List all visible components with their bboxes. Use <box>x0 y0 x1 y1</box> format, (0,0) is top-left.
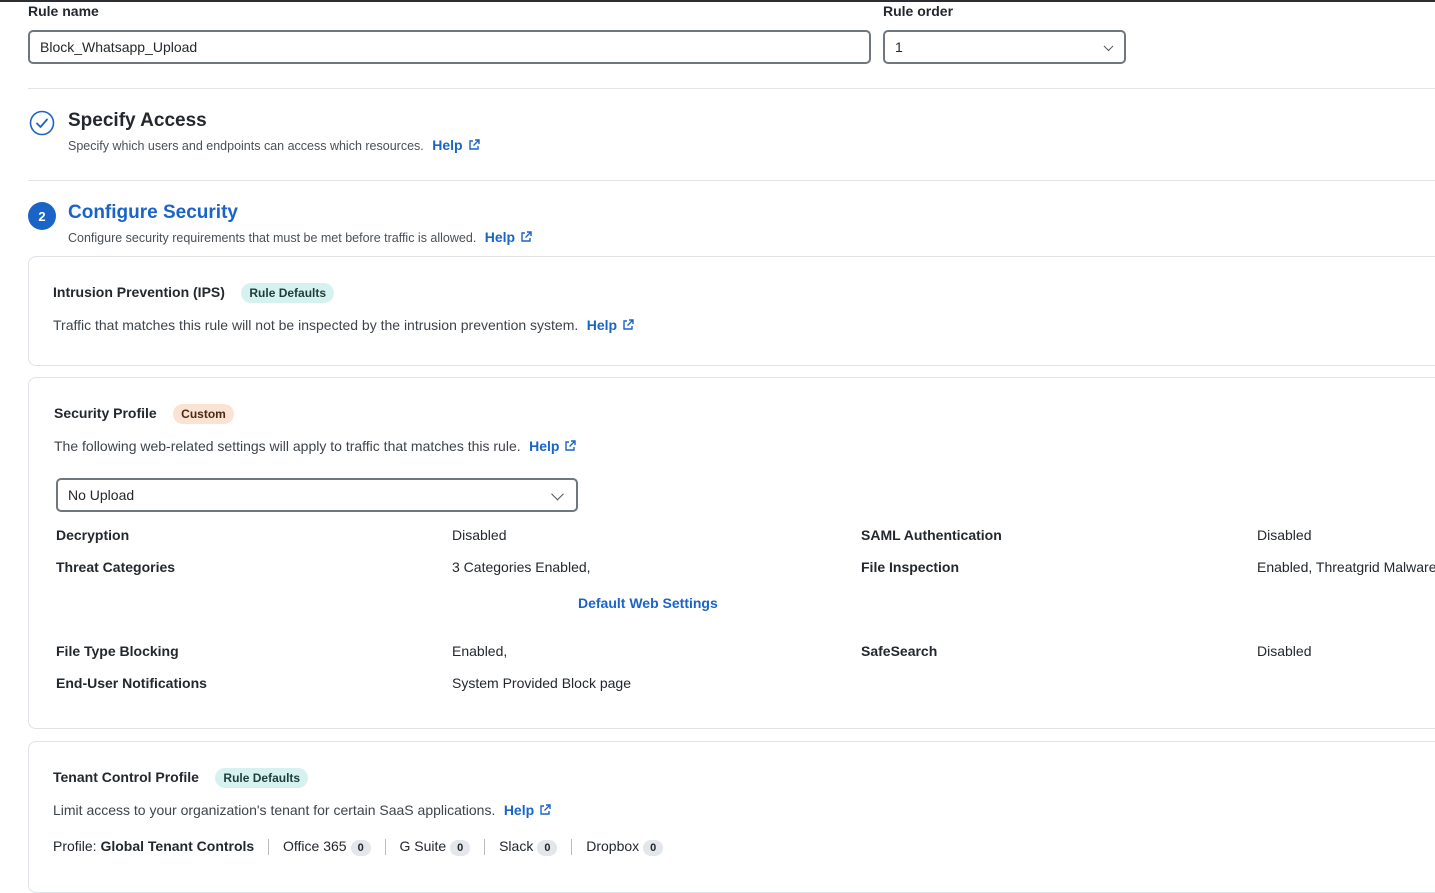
file-inspection-value: Enabled, Threatgrid Malware <box>1257 559 1435 575</box>
step2-number-badge: 2 <box>28 202 56 230</box>
step2-description-row: Configure security requirements that mus… <box>68 229 532 247</box>
security-profile-description-row: The following web-related settings will … <box>54 438 577 456</box>
tenant-profile-name: Global Tenant Controls <box>100 838 255 854</box>
separator <box>571 839 573 856</box>
external-link-icon <box>540 804 551 815</box>
tenant-title: Tenant Control Profile <box>53 769 199 786</box>
tenant-app-count: 0 <box>643 840 664 856</box>
ips-badge: Rule Defaults <box>241 283 335 303</box>
tenant-app-count: 0 <box>537 840 558 856</box>
security-profile-selected: No Upload <box>68 487 135 503</box>
ips-help-link[interactable]: Help <box>587 317 634 333</box>
rule-name-label: Rule name <box>28 3 99 19</box>
ips-description: Traffic that matches this rule will not … <box>53 317 579 333</box>
tenant-app-count: 0 <box>350 840 371 856</box>
end-user-notifications-label: End-User Notifications <box>56 675 207 691</box>
step2-description: Configure security requirements that mus… <box>68 231 477 245</box>
saml-value: Disabled <box>1257 527 1312 543</box>
tenant-app-office365: Office 365 0 <box>283 838 371 856</box>
divider <box>28 180 1435 181</box>
decryption-value: Disabled <box>452 527 507 543</box>
tenant-help-link[interactable]: Help <box>504 802 551 818</box>
tenant-app-count: 0 <box>450 840 471 856</box>
ips-title: Intrusion Prevention (IPS) <box>53 284 225 301</box>
step2-help-link[interactable]: Help <box>485 229 532 245</box>
step1-help-link[interactable]: Help <box>432 137 480 153</box>
chevron-down-icon <box>1103 41 1114 52</box>
tenant-header: Tenant Control Profile Rule Defaults <box>53 768 309 788</box>
tenant-description-row: Limit access to your organization's tena… <box>53 802 551 820</box>
security-profile-help-link[interactable]: Help <box>529 438 577 454</box>
external-link-icon <box>521 231 532 242</box>
tenant-app-gsuite: G Suite 0 <box>399 838 471 856</box>
safesearch-label: SafeSearch <box>861 643 938 659</box>
rule-order-value: 1 <box>895 39 903 55</box>
step1-title: Specify Access <box>68 110 207 131</box>
check-circle-icon <box>29 110 55 136</box>
tenant-profile-prefix: Profile: <box>53 838 97 854</box>
file-type-blocking-label: File Type Blocking <box>56 643 179 659</box>
threat-categories-label: Threat Categories <box>56 559 176 575</box>
default-web-settings-link[interactable]: Default Web Settings <box>578 595 718 611</box>
step2-title: Configure Security <box>68 202 238 223</box>
rule-order-select[interactable]: 1 <box>883 30 1126 64</box>
tenant-badge: Rule Defaults <box>215 768 309 788</box>
end-user-notifications-value: System Provided Block page <box>452 675 631 691</box>
security-profile-description: The following web-related settings will … <box>54 438 521 454</box>
file-inspection-label: File Inspection <box>861 559 960 575</box>
security-profile-card: Security Profile Custom The following we… <box>28 377 1435 729</box>
decryption-label: Decryption <box>56 527 130 543</box>
rule-name-value: Block_Whatsapp_Upload <box>40 39 198 55</box>
rule-order-label: Rule order <box>883 3 954 19</box>
tenant-app-dropbox: Dropbox 0 <box>586 838 664 856</box>
safesearch-value: Disabled <box>1257 643 1312 659</box>
ips-description-row: Traffic that matches this rule will not … <box>53 317 634 335</box>
external-link-icon <box>565 440 577 451</box>
threat-categories-value: 3 Categories Enabled, <box>452 559 591 575</box>
file-type-blocking-value: Enabled, <box>452 643 508 659</box>
ips-card: Intrusion Prevention (IPS) Rule Defaults… <box>28 256 1435 366</box>
external-link-icon <box>623 319 634 330</box>
step1-description: Specify which users and endpoints can ac… <box>68 139 424 153</box>
separator <box>484 839 486 856</box>
ips-header: Intrusion Prevention (IPS) Rule Defaults <box>53 283 335 303</box>
rule-name-input[interactable]: Block_Whatsapp_Upload <box>28 30 871 64</box>
tenant-profile-row: Profile: Global Tenant Controls Office 3… <box>53 838 664 856</box>
tenant-control-card: Tenant Control Profile Rule Defaults Lim… <box>28 741 1435 893</box>
tenant-description: Limit access to your organization's tena… <box>53 802 496 818</box>
security-profile-title: Security Profile <box>54 405 157 422</box>
security-profile-badge: Custom <box>173 404 234 424</box>
saml-label: SAML Authentication <box>861 527 1002 543</box>
security-profile-select[interactable]: No Upload <box>56 478 578 512</box>
external-link-icon <box>468 139 480 150</box>
step1-description-row: Specify which users and endpoints can ac… <box>68 137 480 155</box>
security-profile-header: Security Profile Custom <box>54 404 234 424</box>
separator <box>268 839 270 856</box>
tenant-app-slack: Slack 0 <box>499 838 558 856</box>
divider <box>28 88 1435 89</box>
chevron-down-icon <box>551 487 564 501</box>
separator <box>384 839 386 856</box>
